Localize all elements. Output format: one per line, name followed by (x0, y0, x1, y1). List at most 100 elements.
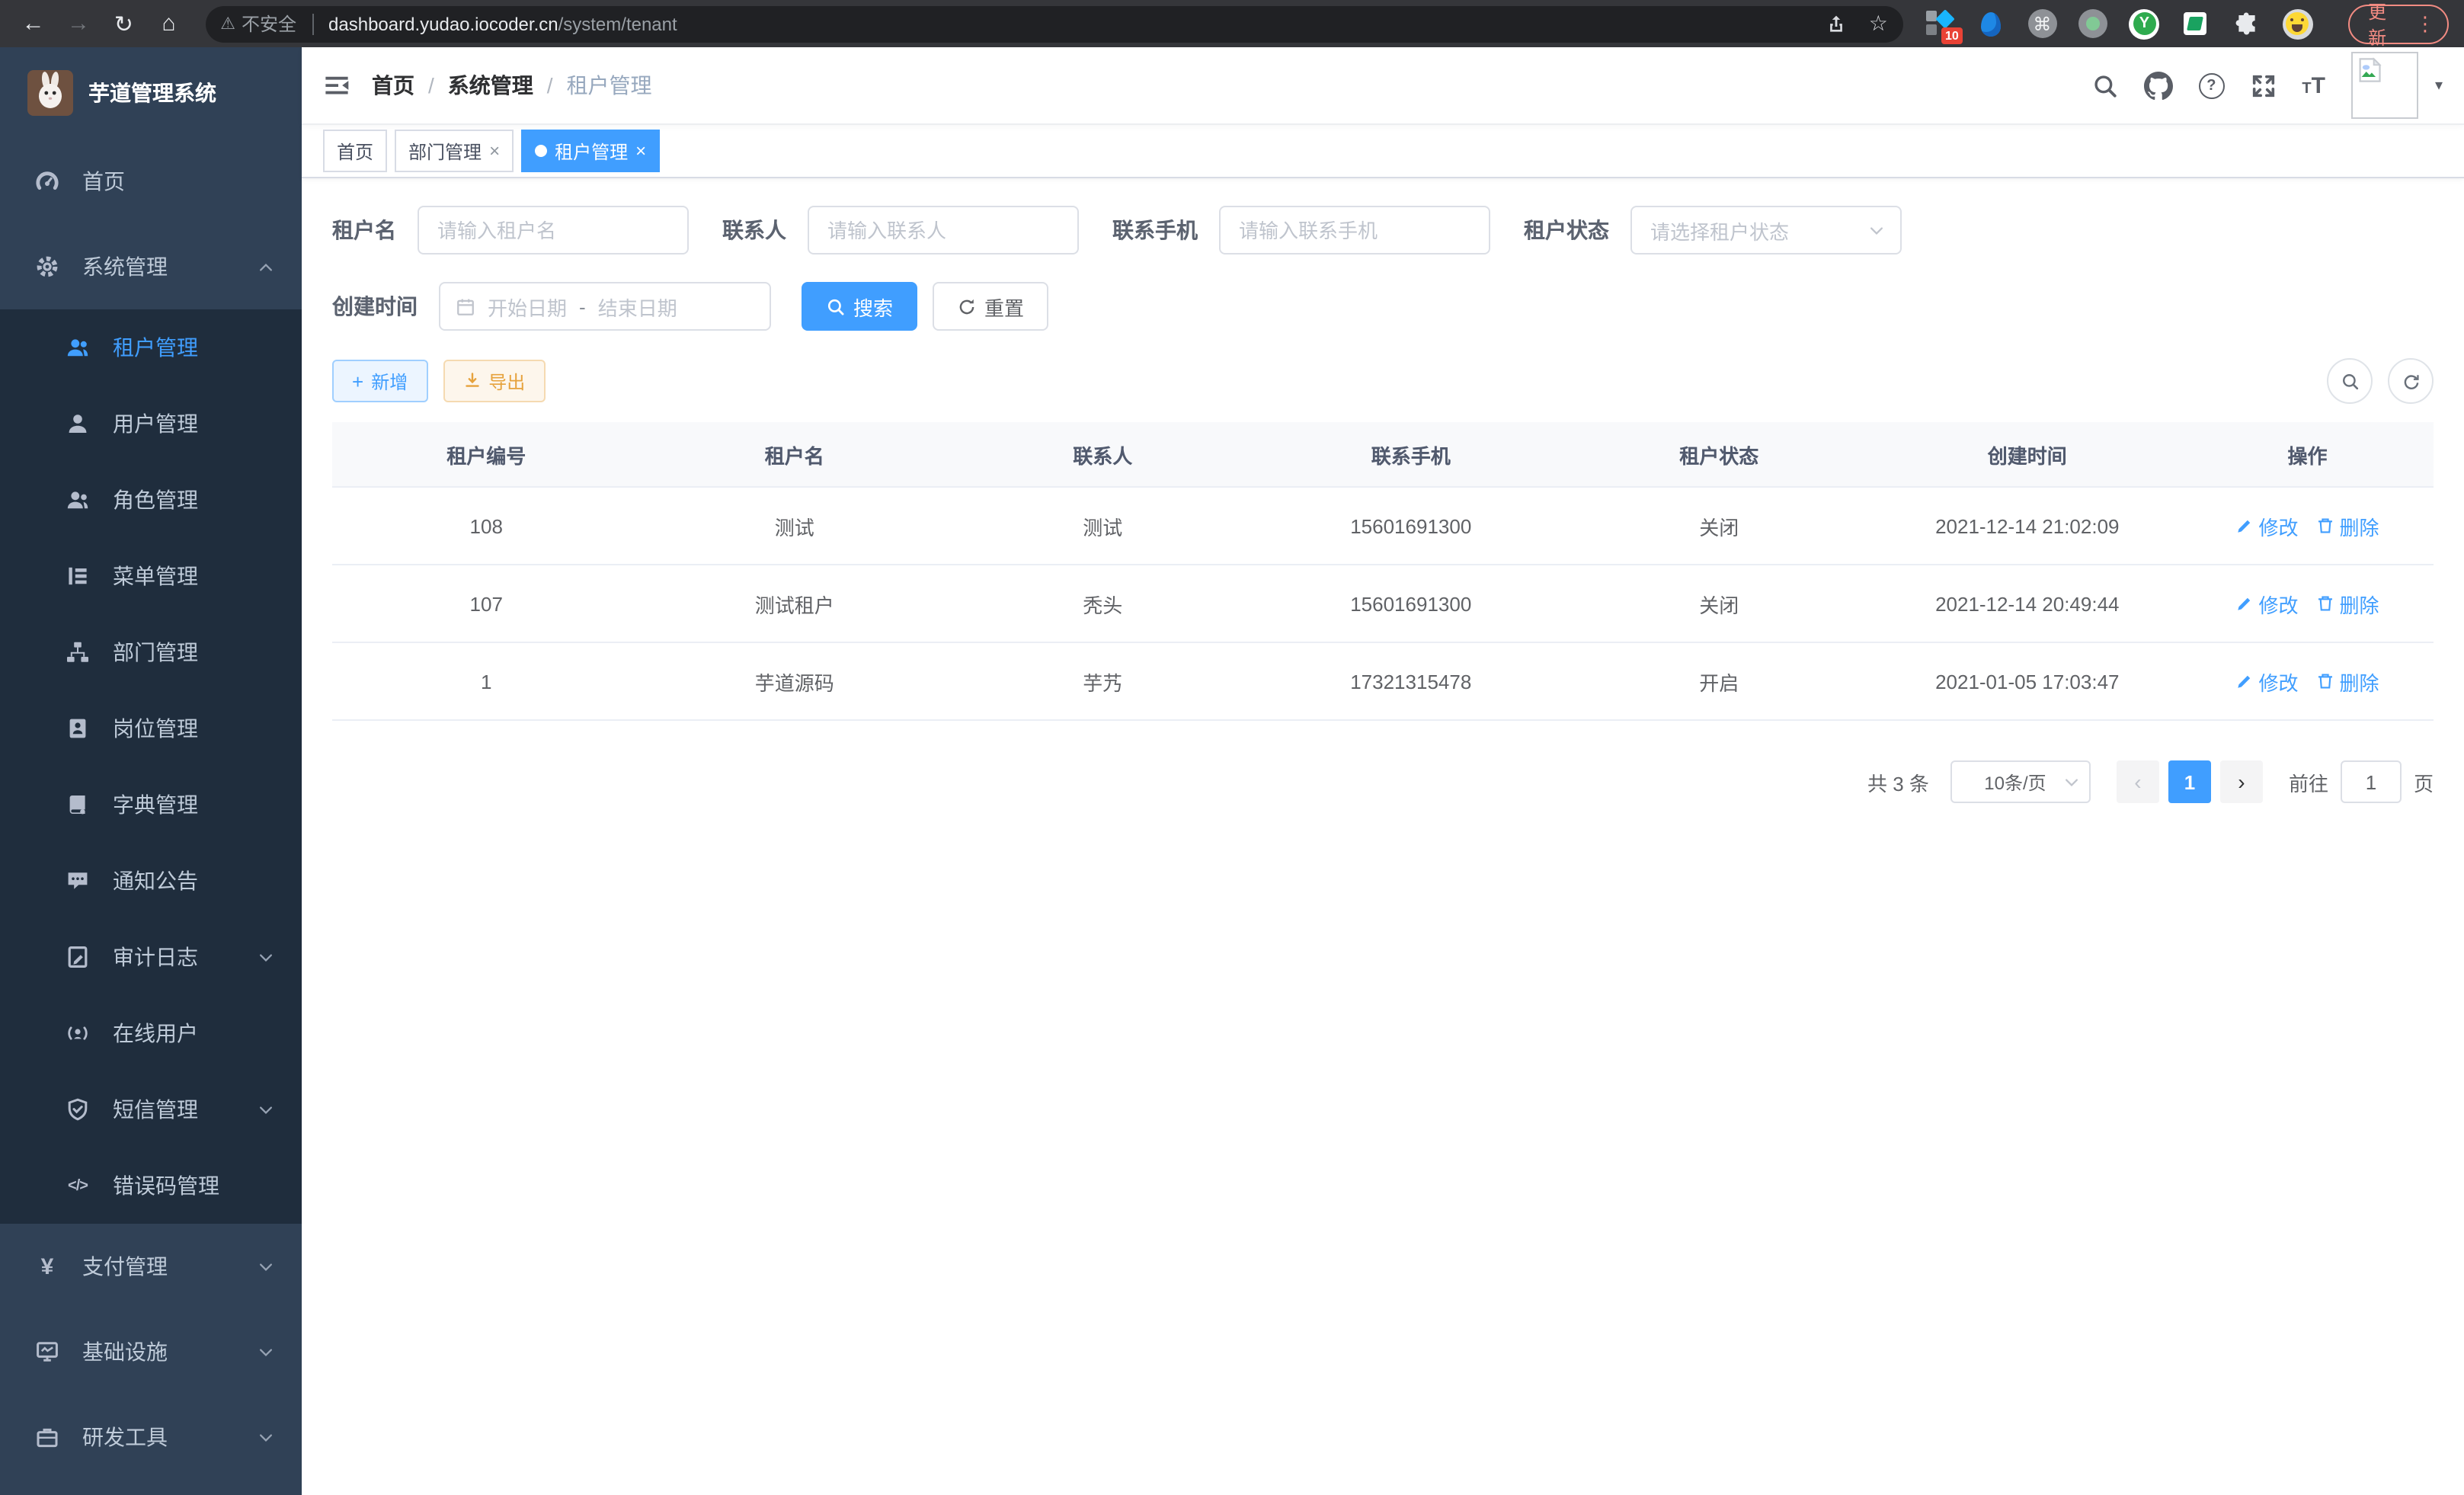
header-search-icon[interactable] (2091, 72, 2117, 98)
breadcrumb-home[interactable]: 首页 (372, 70, 414, 101)
chevron-down-icon (258, 1101, 274, 1118)
menu-tree-icon (64, 564, 91, 588)
help-icon[interactable]: ? (2198, 72, 2224, 98)
bookmark-star-icon[interactable]: ☆ (1869, 11, 1888, 37)
contact-input[interactable] (808, 206, 1079, 255)
screen: ← → ↻ ⌂ ⚠ 不安全 dashboard.yudao.iocoder.cn… (0, 0, 2464, 1495)
extension-flag-icon[interactable] (2180, 8, 2211, 40)
delete-link[interactable]: 删除 (2317, 511, 2379, 540)
user-avatar[interactable] (2351, 52, 2418, 119)
edit-link[interactable]: 修改 (2236, 667, 2299, 696)
close-icon[interactable]: × (489, 140, 500, 162)
calendar-icon (456, 296, 475, 316)
add-button[interactable]: + 新增 (332, 360, 427, 402)
sidebar-item-infra[interactable]: 基础设施 (0, 1309, 302, 1394)
sidebar-item-dict[interactable]: 字典管理 (0, 767, 302, 843)
roles-icon (64, 488, 91, 512)
export-button[interactable]: 导出 (443, 360, 545, 402)
sidebar-item-role[interactable]: 角色管理 (0, 462, 302, 538)
avatar-dropdown-caret-icon[interactable]: ▾ (2435, 77, 2443, 94)
extension-command-icon[interactable]: ⌘ (2027, 8, 2058, 40)
goto-label: 前往 (2289, 767, 2328, 796)
delete-link[interactable]: 删除 (2317, 589, 2379, 618)
tenant-name-input[interactable] (418, 206, 689, 255)
extensions-puzzle-icon[interactable] (2231, 8, 2262, 40)
total-count: 共 3 条 (1867, 767, 1929, 796)
edit-link[interactable]: 修改 (2236, 589, 2299, 618)
column-header: 租户编号 (332, 422, 641, 487)
sidebar-item-devtools[interactable]: 研发工具 (0, 1394, 302, 1480)
prev-page-button[interactable]: ‹ (2117, 760, 2159, 803)
browser-update-button[interactable]: 更新 ⋮ (2348, 4, 2449, 43)
search-button[interactable]: 搜索 (802, 282, 917, 331)
browser-reload-icon[interactable]: ↻ (106, 5, 142, 42)
sidebar-item-tenant[interactable]: 租户管理 (0, 309, 302, 386)
pagination: 共 3 条 10条/页 ‹ 1 › 前往 页 (332, 760, 2434, 803)
edit-link[interactable]: 修改 (2236, 511, 2299, 540)
reset-button[interactable]: 重置 (933, 282, 1048, 331)
breadcrumb-system[interactable]: 系统管理 (448, 70, 533, 101)
extension-balloon-icon[interactable] (1976, 8, 2007, 40)
app-logo[interactable]: 芋道管理系统 (0, 47, 302, 139)
address-bar[interactable]: ⚠ 不安全 dashboard.yudao.iocoder.cn /system… (205, 5, 1903, 42)
table-header-row: 租户编号 租户名 联系人 联系手机 租户状态 创建时间 操作 (332, 422, 2434, 487)
browser-home-icon[interactable]: ⌂ (151, 5, 187, 42)
mobile-input[interactable] (1219, 206, 1490, 255)
breadcrumb: 首页 / 系统管理 / 租户管理 (372, 70, 652, 101)
sidebar-item-post[interactable]: 岗位管理 (0, 690, 302, 767)
extension-record-icon[interactable] (2078, 8, 2109, 40)
table-row: 108 测试 测试 15601691300 关闭 2021-12-14 21:0… (332, 487, 2434, 565)
create-time-range-picker[interactable]: 开始日期 - 结束日期 (439, 282, 771, 331)
sidebar-item-menu[interactable]: 菜单管理 (0, 538, 302, 614)
show-search-toggle-button[interactable] (2327, 358, 2373, 404)
end-date-placeholder: 结束日期 (598, 292, 677, 321)
sidebar-item-error-code[interactable]: </> 错误码管理 (0, 1148, 302, 1224)
share-icon[interactable] (1826, 13, 1848, 34)
github-icon[interactable] (2143, 71, 2172, 100)
sidebar-item-system[interactable]: 系统管理 (0, 224, 302, 309)
delete-link[interactable]: 删除 (2317, 667, 2379, 696)
online-users-icon (64, 1021, 91, 1045)
sidebar-item-dept[interactable]: 部门管理 (0, 614, 302, 690)
sidebar-item-online-user[interactable]: 在线用户 (0, 995, 302, 1071)
sidebar-item-user[interactable]: 用户管理 (0, 386, 302, 462)
dictionary-icon (64, 792, 91, 817)
tenant-name-label: 租户名 (332, 215, 396, 245)
font-size-icon[interactable]: TT (2302, 72, 2325, 98)
sidebar-toggle-icon[interactable] (323, 72, 350, 99)
breadcrumb-current: 租户管理 (567, 70, 652, 101)
yen-icon: ¥ (34, 1253, 61, 1279)
tab-dept[interactable]: 部门管理 × (395, 130, 514, 172)
sidebar-item-notice[interactable]: 通知公告 (0, 843, 302, 919)
fullscreen-icon[interactable] (2250, 72, 2276, 98)
sidebar-item-pay[interactable]: ¥ 支付管理 (0, 1224, 302, 1309)
browser-toolbar: ← → ↻ ⌂ ⚠ 不安全 dashboard.yudao.iocoder.cn… (0, 0, 2464, 47)
goto-page-input[interactable] (2341, 760, 2402, 803)
sidebar-item-home[interactable]: 首页 (0, 139, 302, 224)
start-date-placeholder: 开始日期 (488, 292, 567, 321)
next-page-button[interactable]: › (2220, 760, 2263, 803)
extension-tiles-icon[interactable]: 10 (1925, 8, 1956, 40)
browser-back-icon[interactable]: ← (15, 5, 51, 42)
column-header: 操作 (2181, 422, 2434, 487)
page-size-select[interactable]: 10条/页 (1950, 760, 2091, 803)
sidebar-item-sms[interactable]: 短信管理 (0, 1071, 302, 1148)
status-select[interactable]: 请选择租户状态 (1630, 206, 1902, 255)
chevron-down-icon (258, 1258, 274, 1275)
profile-avatar-icon[interactable] (2282, 8, 2313, 40)
refresh-button[interactable] (2388, 358, 2434, 404)
page-number-1[interactable]: 1 (2168, 760, 2211, 803)
extension-badge: 10 (1941, 27, 1963, 44)
browser-menu-icon[interactable]: ⋮ (2415, 11, 2435, 36)
column-header: 租户名 (641, 422, 949, 487)
extension-y-icon[interactable]: Y (2129, 8, 2160, 40)
tab-tenant[interactable]: 租户管理 × (521, 130, 660, 172)
browser-forward-icon[interactable]: → (60, 5, 96, 42)
close-icon[interactable]: × (635, 140, 646, 162)
chevron-down-icon (258, 1429, 274, 1445)
chevron-down-icon (258, 949, 274, 965)
monitor-icon (34, 1340, 61, 1364)
sidebar-item-audit-log[interactable]: 审计日志 (0, 919, 302, 995)
security-label[interactable]: 不安全 (242, 11, 296, 37)
tab-home[interactable]: 首页 (323, 130, 387, 172)
